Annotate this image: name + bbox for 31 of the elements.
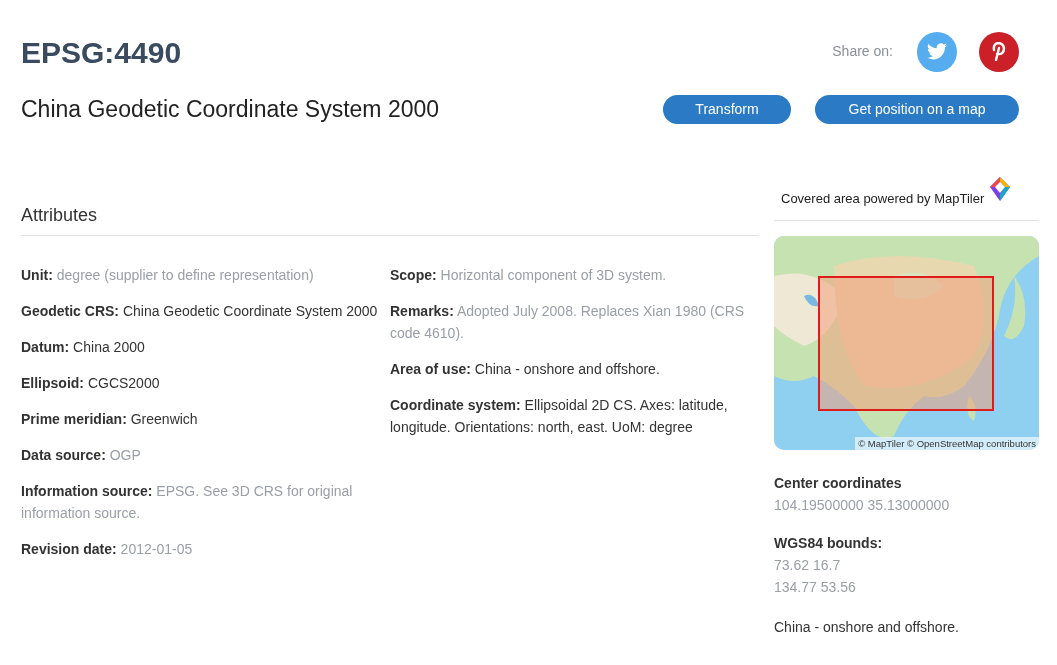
attribute-text: Coordinate system: Ellipsoidal 2D CS. Axes: latitude, longitude. Orientations: north, east. UoM: degree [390,395,729,437]
bird-icon [927,43,947,60]
map-position-button[interactable]: Get position on a map [815,94,1019,124]
attribute-text: Ellipsoid: CGCS2000 [21,373,161,393]
attribute-text: Area of use: China - onshore and offshore. [390,359,661,379]
pinterest-button[interactable] [979,31,1019,72]
attribute-text: Datum: China 2000 [21,337,146,357]
info-heading: WGS84 bounds: [774,533,884,553]
attribute-text: Unit: degree (supplier to define representation) [21,265,315,285]
section-heading: Attributes [21,203,99,227]
share-label: Share on: [832,42,893,61]
map[interactable]: © MapTiler © OpenStreetMap contributors [774,235,1039,450]
attribute-text: Scope: Horizontal component of 3D system. [390,265,668,285]
attribute-text: Prime meridian: Greenwich [21,409,199,429]
map-caption: Covered area powered by MapTiler [781,190,985,209]
pin-p-icon [992,42,1006,61]
page-title: EPSG:4490 [21,35,182,71]
attribute-text: Information source: EPSG. See 3D CRS for original information source. [21,481,354,523]
attribute-text: Data source: OGP [21,445,142,465]
info-value: 134.77 53.56 [774,577,857,597]
attribute-text: Remarks: Adopted July 2008. Replaces Xian 1980 (CRS code 4610). [390,301,746,343]
area-text: China - onshore and offshore. [774,617,960,637]
logo-icon [988,176,1013,202]
map-attribution: © MapTiler © OpenStreetMap contributors [855,436,1039,450]
info-value: 104.19500000 35.13000000 [774,495,951,515]
page-subtitle: China Geodetic Coordinate System 2000 [21,95,440,124]
attribute-text: Revision date: 2012-01-05 [21,539,194,559]
transform-button[interactable]: Transform [663,94,791,124]
info-heading: Center coordinates [774,473,903,493]
attribute-text: Geodetic CRS: China Geodetic Coordinate System 2000 [21,301,379,321]
info-value: 73.62 16.7 [774,555,842,575]
